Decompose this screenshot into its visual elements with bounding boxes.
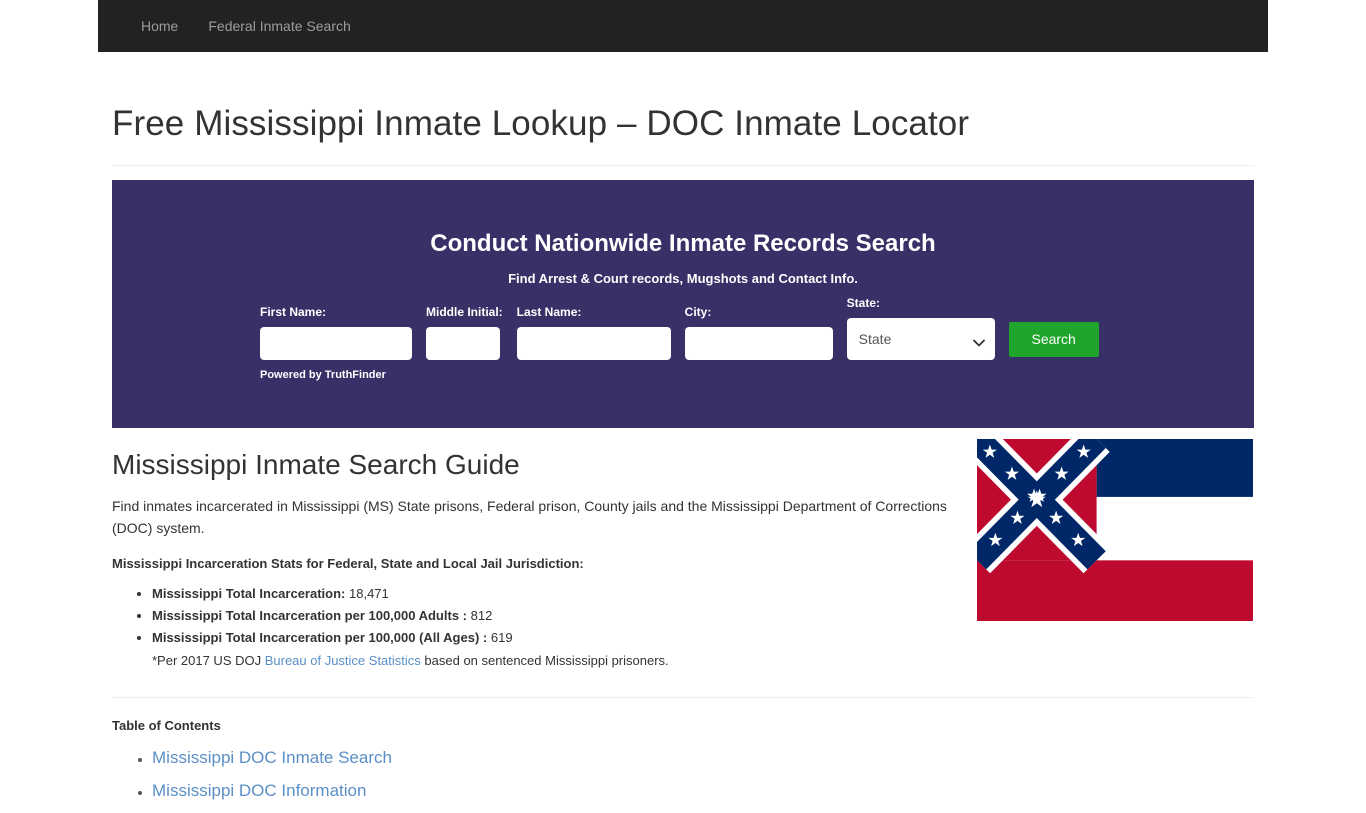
- last-name-field-group: Last Name:: [516, 305, 671, 360]
- middle-initial-field-group: Middle Initial:: [426, 305, 503, 360]
- powered-by-label: Powered by TruthFinder: [260, 369, 386, 382]
- middle-initial-label: Middle Initial:: [426, 305, 503, 320]
- guide-title: Mississippi Inmate Search Guide: [112, 449, 520, 481]
- footnote-suffix: based on sentenced Mississippi prisoners…: [420, 652, 669, 668]
- stats-heading: Mississippi Incarceration Stats for Fede…: [112, 556, 584, 572]
- banner-heading: Conduct Nationwide Inmate Records Search: [430, 230, 936, 258]
- list-item: Mississippi DOC Information: [152, 780, 1254, 802]
- list-item: Mississippi Total Incarceration per 100,…: [152, 606, 957, 626]
- city-field-group: City:: [684, 305, 833, 360]
- middle-initial-input[interactable]: [426, 326, 500, 360]
- nationwide-search-banner: Conduct Nationwide Inmate Records Search…: [112, 180, 1254, 429]
- city-label: City:: [684, 305, 712, 320]
- list-item: Mississippi Total Incarceration per 100,…: [152, 628, 957, 648]
- list-item: Mississippi Total Incarceration: 18,471: [152, 584, 957, 604]
- toc-link-doc-information[interactable]: Mississippi DOC Information: [152, 781, 366, 800]
- nav-item-federal-inmate-search[interactable]: Federal Inmate Search: [193, 1, 365, 51]
- footnote-prefix: *Per 2017 US DOJ: [152, 652, 265, 668]
- stat-value: 619: [490, 630, 513, 646]
- stats-footnote: *Per 2017 US DOJ Bureau of Justice Stati…: [152, 651, 957, 671]
- state-label: State:: [846, 296, 881, 311]
- stat-value: 812: [470, 608, 493, 624]
- mississippi-state-flag-image: [977, 439, 1253, 622]
- title-divider: [112, 165, 1254, 167]
- inmate-search-form: First Name: Middle Initial: Last Name: C…: [260, 296, 1099, 360]
- last-name-input[interactable]: [516, 326, 671, 360]
- first-name-input[interactable]: [260, 326, 412, 360]
- last-name-label: Last Name:: [516, 305, 582, 320]
- state-select-wrapper: State: [846, 317, 995, 360]
- state-field-group: State: State: [846, 296, 995, 360]
- page-title: Free Mississippi Inmate Lookup – DOC Inm…: [112, 104, 970, 143]
- stat-label: Mississippi Total Incarceration per 100,…: [152, 630, 488, 646]
- guide-section: Mississippi Inmate Search Guide Find inm…: [112, 428, 1254, 670]
- stat-label: Mississippi Total Incarceration per 100,…: [152, 608, 467, 624]
- search-button[interactable]: Search: [1008, 321, 1099, 357]
- first-name-label: First Name:: [260, 305, 327, 320]
- toc-link-doc-inmate-search[interactable]: Mississippi DOC Inmate Search: [152, 748, 392, 767]
- bureau-of-justice-statistics-link[interactable]: Bureau of Justice Statistics: [265, 653, 421, 668]
- toc-list: Mississippi DOC Inmate Search Mississipp…: [112, 747, 1254, 802]
- stat-label: Mississippi Total Incarceration:: [152, 586, 346, 602]
- guide-text-column: Mississippi Inmate Search Guide Find inm…: [112, 448, 957, 670]
- nav-item-home[interactable]: Home: [126, 1, 193, 51]
- city-input[interactable]: [684, 326, 833, 360]
- toc-title: Table of Contents: [112, 717, 221, 733]
- incarceration-stats-list: Mississippi Total Incarceration: 18,471 …: [112, 584, 957, 671]
- top-navigation-bar: Home Federal Inmate Search: [98, 0, 1268, 52]
- table-of-contents: Table of Contents Mississippi DOC Inmate…: [112, 698, 1254, 802]
- state-select[interactable]: State: [846, 317, 995, 360]
- banner-subheading: Find Arrest & Court records, Mugshots an…: [508, 271, 858, 287]
- page-container: Free Mississippi Inmate Lookup – DOC Inm…: [98, 52, 1268, 813]
- mississippi-flag-svg: [977, 439, 1253, 622]
- guide-intro-paragraph: Find inmates incarcerated in Mississippi…: [112, 497, 947, 536]
- list-item: Mississippi DOC Inmate Search: [152, 747, 1254, 769]
- stat-value: 18,471: [349, 586, 389, 602]
- first-name-field-group: First Name:: [260, 305, 412, 360]
